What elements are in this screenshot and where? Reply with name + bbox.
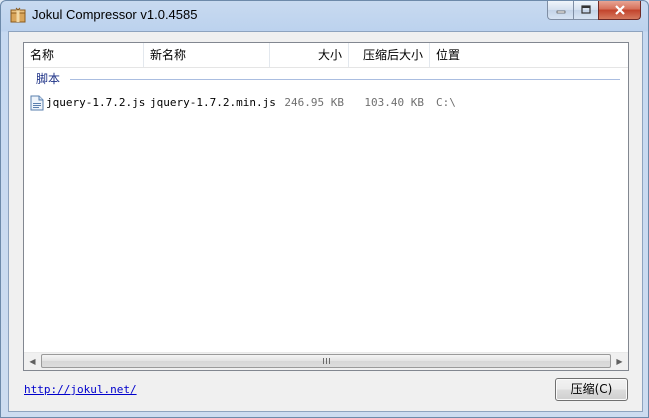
maximize-icon (581, 5, 591, 14)
title-bar[interactable]: Jokul Compressor v1.0.4585 (1, 1, 648, 31)
row-file-name: jquery-1.7.2.js (46, 96, 146, 109)
row-location: C:\ (436, 96, 456, 109)
window-title: Jokul Compressor v1.0.4585 (32, 7, 198, 22)
scroll-right-button[interactable]: ▶ (611, 353, 628, 370)
column-header-location[interactable]: 位置 (430, 43, 628, 67)
file-list[interactable]: 名称 新名称 大小 压缩后大小 位置 脚本 jquery-1.7.2.js jq… (23, 42, 629, 371)
close-icon (614, 5, 625, 15)
horizontal-scrollbar[interactable]: ◀ ▶ (24, 352, 628, 370)
window-controls (547, 1, 641, 20)
js-file-icon (30, 95, 44, 111)
maximize-button[interactable] (573, 1, 598, 20)
column-header-compressed-size[interactable]: 压缩后大小 (349, 43, 430, 67)
app-window: Jokul Compressor v1.0.4585 名称 新名称 大小 压缩后… (0, 0, 649, 418)
group-header-scripts[interactable]: 脚本 (34, 71, 620, 87)
client-area: 名称 新名称 大小 压缩后大小 位置 脚本 jquery-1.7.2.js jq… (8, 31, 643, 412)
scroll-thumb[interactable] (41, 354, 611, 368)
table-row[interactable]: jquery-1.7.2.js jquery-1.7.2.min.js 246.… (24, 94, 628, 112)
row-size: 246.95 KB (284, 96, 344, 109)
close-button[interactable] (598, 1, 641, 20)
grip-icon (322, 358, 330, 364)
compress-button[interactable]: 压缩(C) (555, 378, 628, 401)
list-header: 名称 新名称 大小 压缩后大小 位置 (24, 43, 628, 68)
group-divider (70, 79, 620, 80)
website-link[interactable]: http://jokul.net/ (24, 383, 137, 396)
package-icon (10, 7, 26, 23)
minimize-button[interactable] (547, 1, 573, 20)
group-label: 脚本 (36, 71, 65, 87)
column-header-new-name[interactable]: 新名称 (144, 43, 270, 67)
minimize-icon (556, 10, 565, 14)
column-header-size[interactable]: 大小 (270, 43, 349, 67)
row-compressed-size: 103.40 KB (364, 96, 424, 109)
column-header-name[interactable]: 名称 (24, 43, 144, 67)
row-new-file-name: jquery-1.7.2.min.js (150, 96, 276, 109)
scroll-left-button[interactable]: ◀ (24, 353, 41, 370)
